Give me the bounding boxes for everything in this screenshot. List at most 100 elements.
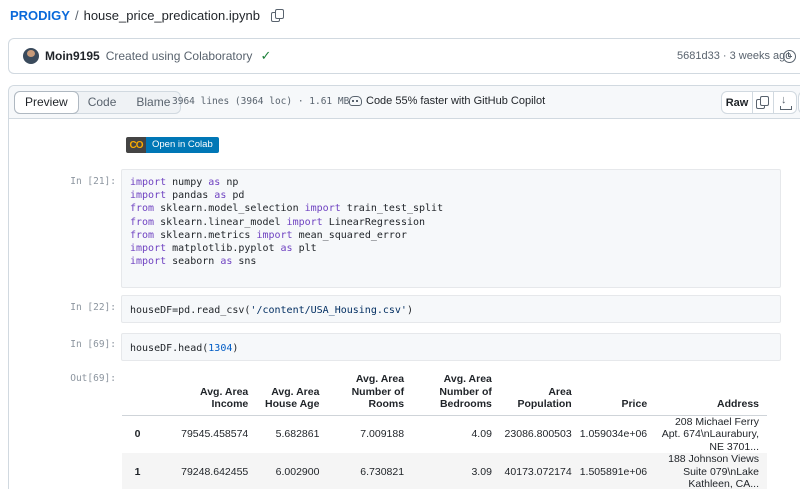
cell-prompt-out-69: Out[69]: — [70, 373, 116, 384]
code-cell-head[interactable]: houseDF.head(1304) — [121, 333, 781, 361]
history-button[interactable]: H — [783, 49, 800, 63]
table-row: 1 79248.642455 6.002900 6.730821 3.09 40… — [122, 453, 767, 489]
copy-raw-button[interactable] — [753, 92, 774, 113]
row-index: 1 — [134, 465, 141, 478]
table-cell: 23086.800503 — [504, 428, 572, 440]
table-cell: 79248.642455 — [181, 465, 249, 478]
code-cell-imports[interactable]: import numpy as np import pandas as pd fro… — [121, 169, 781, 288]
dataframe-output: Avg. Area Income Avg. Area House Age Avg. … — [122, 365, 767, 489]
column-header: Avg. Area House Age — [256, 365, 328, 416]
repo-link[interactable]: PRODIGY — [10, 8, 70, 23]
code-text: numpy — [166, 177, 209, 188]
code-line: houseDF=pd.read_csv('/content/USA_Housin… — [130, 304, 780, 317]
code-keyword: import — [304, 203, 341, 215]
code-keyword: as — [214, 190, 227, 202]
code-text: LinearRegression — [322, 216, 426, 228]
code-keyword: import — [130, 243, 167, 255]
copilot-icon — [349, 96, 362, 106]
colab-badge-label: Open in Colab — [146, 137, 219, 153]
code-text: sklearn.model_selection — [154, 203, 305, 215]
code-line: from sklearn.model_selection import trai… — [130, 202, 780, 215]
file-name: house_price_predication.ipynb — [83, 8, 260, 23]
table-cell-address: 208 Michael Ferry Apt. 674\nLaurabury, NE… — [661, 415, 759, 453]
tab-preview[interactable]: Preview — [14, 91, 79, 114]
commit-author[interactable]: Moin9195 — [45, 49, 100, 63]
cell-prompt-in-69: In [69]: — [70, 339, 116, 350]
code-text: pandas — [166, 190, 215, 202]
latest-commit-bar: Moin9195 Created using Colaboratory ✓ 56… — [8, 38, 800, 74]
column-header-index — [122, 365, 153, 416]
open-in-colab-badge[interactable]: CO Open in Colab — [126, 137, 219, 153]
code-line: houseDF.head(1304) — [130, 342, 780, 355]
code-keyword: from — [130, 203, 155, 215]
breadcrumb-separator: / — [74, 8, 79, 23]
table-cell: 6.002900 — [275, 465, 320, 478]
code-number: 1304 — [208, 343, 233, 354]
code-line: import pandas as pd — [130, 189, 780, 202]
copilot-label: Code 55% faster with GitHub Copilot — [366, 95, 546, 107]
download-icon — [780, 94, 792, 110]
code-keyword: from — [130, 216, 155, 228]
code-text: matplotlib.pyplot — [166, 243, 281, 255]
column-header: Avg. Area Number of Rooms — [327, 365, 413, 416]
code-text: sns — [232, 256, 257, 268]
row-index: 0 — [134, 428, 141, 440]
code-line: import numpy as np — [130, 176, 780, 189]
tab-code[interactable]: Code — [78, 92, 127, 113]
code-keyword: as — [220, 256, 233, 268]
column-header: Area Population — [499, 365, 580, 416]
code-line: from sklearn.linear_model import LinearR… — [130, 216, 780, 229]
avatar[interactable] — [23, 48, 39, 64]
table-cell: 1.059034e+06 — [579, 428, 648, 440]
clock-icon — [783, 49, 796, 63]
code-text: sklearn.linear_model — [154, 216, 287, 228]
code-string: '/content/USA_Housing.csv' — [250, 305, 407, 316]
code-keyword: import — [130, 177, 167, 188]
table-cell: 5.682861 — [275, 428, 320, 440]
code-keyword: import — [256, 229, 293, 241]
column-header: Address — [655, 365, 767, 416]
copilot-promo[interactable]: Code 55% faster with GitHub Copilot — [349, 95, 545, 107]
raw-button[interactable]: Raw — [722, 92, 753, 113]
code-text: plt — [292, 243, 317, 255]
cell-prompt-in-21: In [21]: — [70, 176, 116, 187]
colab-logo-icon: CO — [126, 137, 146, 153]
table-cell-address: 188 Johnson Views Suite 079\nLake Kathlee… — [668, 453, 759, 489]
table-cell: 79545.458574 — [181, 428, 249, 440]
view-mode-toggle: Preview Code Blame — [14, 91, 182, 114]
code-line: import seaborn as sns — [130, 255, 780, 268]
column-header: Avg. Area Income — [152, 365, 257, 416]
table-cell: 7.009188 — [360, 428, 405, 440]
code-text: ) — [406, 305, 413, 316]
file-actions: Raw — [721, 91, 797, 114]
code-text: train_test_split — [340, 203, 444, 215]
code-cell-read-csv[interactable]: houseDF=pd.read_csv('/content/USA_Housin… — [121, 295, 781, 323]
code-text: mean_squared_error — [292, 229, 407, 241]
code-keyword: as — [208, 177, 221, 188]
commit-message[interactable]: Created using Colaboratory — [106, 49, 253, 63]
breadcrumb: PRODIGY / house_price_predication.ipynb — [10, 8, 285, 23]
dataframe-header-row: Avg. Area Income Avg. Area House Age Avg. … — [122, 365, 767, 416]
commit-meta[interactable]: 5681d33 · 3 weeks ago — [677, 50, 791, 62]
copy-icon — [756, 95, 770, 110]
code-line: from sklearn.metrics import mean_squared… — [130, 229, 780, 242]
code-text: ) — [232, 343, 239, 354]
table-cell: 3.09 — [471, 465, 492, 478]
table-row: 0 79545.458574 5.682861 7.009188 4.09 23… — [122, 415, 767, 453]
table-cell: 1.505891e+06 — [579, 465, 648, 478]
copy-path-icon[interactable] — [270, 8, 285, 23]
code-text: houseDF=pd.read_csv( — [130, 305, 251, 316]
download-button[interactable] — [774, 92, 796, 113]
code-text: houseDF.head( — [130, 343, 209, 354]
cell-prompt-in-22: In [22]: — [70, 302, 116, 313]
file-toolbar: Preview Code Blame 3964 lines (3964 loc)… — [9, 86, 800, 119]
column-header: Price — [579, 365, 656, 416]
code-text: pd — [226, 190, 245, 202]
code-keyword: as — [280, 243, 293, 255]
file-info: 3964 lines (3964 loc) · 1.61 MB — [172, 96, 350, 107]
code-text: seaborn — [166, 256, 221, 268]
column-header: Avg. Area Number of Bedrooms — [412, 365, 500, 416]
check-icon[interactable]: ✓ — [260, 48, 271, 64]
code-line: import matplotlib.pyplot as plt — [130, 242, 780, 255]
code-keyword: import — [286, 216, 323, 228]
